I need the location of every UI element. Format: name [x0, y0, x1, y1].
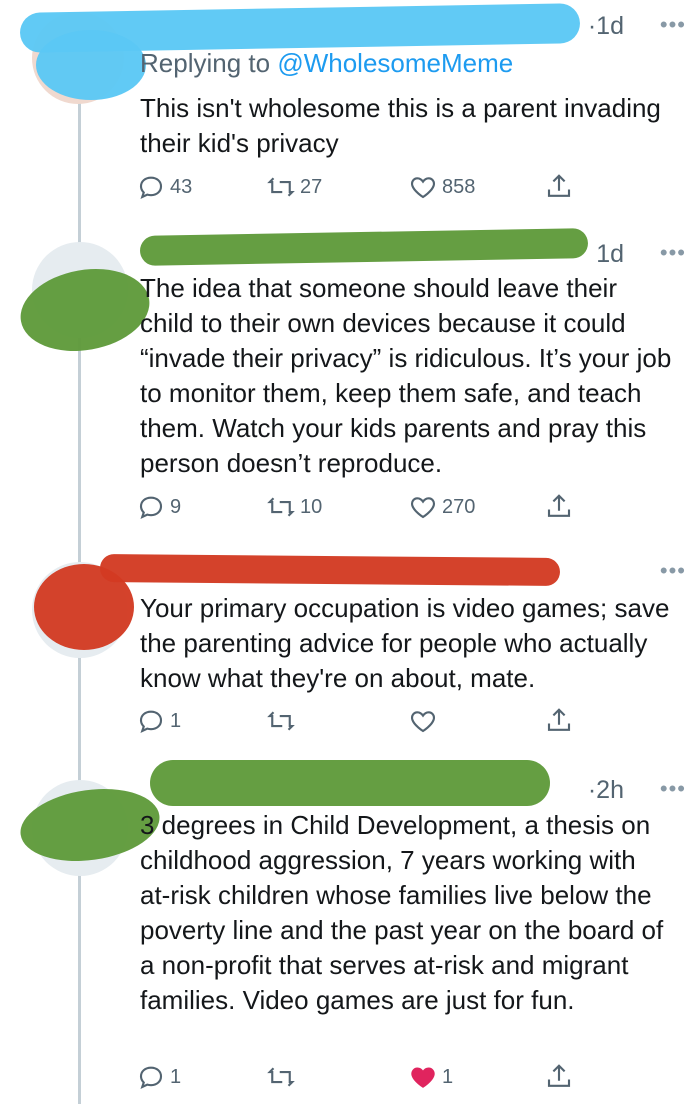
more-horizontal-icon[interactable]: ••• [660, 776, 686, 802]
reply-handle-link[interactable]: @WholesomeMeme [277, 48, 513, 78]
reply-bubble-icon [139, 710, 163, 734]
heart-icon [411, 711, 435, 733]
like-count: 858 [442, 175, 476, 198]
more-horizontal-icon[interactable]: ••• [660, 558, 686, 584]
tweet-time: ·2h [587, 776, 624, 804]
tweet-actions: 9 10 270 [136, 492, 606, 528]
heart-icon [411, 497, 435, 519]
reply-button[interactable]: 1 [136, 1062, 181, 1092]
retweet-count: 10 [300, 495, 323, 518]
like-count: 270 [442, 495, 476, 518]
replying-to-label: Replying to [140, 48, 278, 78]
heart-icon [411, 177, 435, 199]
share-icon [547, 1064, 571, 1087]
share-icon [547, 174, 571, 197]
retweet-button[interactable] [266, 1062, 296, 1092]
reply-count: 9 [170, 495, 182, 518]
retweet-button[interactable]: 27 [266, 172, 322, 202]
tweet-actions: 43 27 858 [136, 172, 606, 208]
redaction-scribble [139, 228, 589, 266]
tweet-4[interactable]: ·2h ••• 3 degrees in Child Development, … [0, 760, 700, 1104]
retweet-icon [267, 497, 295, 517]
like-button[interactable]: 858 [408, 172, 475, 202]
tweet-3[interactable]: ••• Your primary occupation is video gam… [0, 550, 700, 750]
redaction-scribble [99, 553, 561, 587]
tweet-text: The idea that someone should leave their… [140, 273, 672, 478]
heart-icon [411, 1067, 435, 1088]
share-button[interactable] [544, 706, 574, 736]
retweet-button[interactable]: 10 [266, 492, 322, 522]
tweet-text: This isn't wholesome this is a parent in… [140, 93, 661, 158]
like-button[interactable]: 1 [408, 1062, 453, 1092]
more-horizontal-icon[interactable]: ••• [660, 12, 686, 38]
share-button[interactable] [544, 492, 574, 522]
redaction-scribble [36, 30, 146, 100]
tweet-actions: 1 [136, 706, 606, 742]
reply-count: 1 [170, 1065, 182, 1088]
reply-button[interactable]: 1 [136, 706, 181, 736]
reply-bubble-icon [139, 176, 163, 200]
share-button[interactable] [544, 1062, 574, 1092]
retweet-icon [267, 177, 295, 197]
like-button[interactable] [408, 706, 438, 736]
retweet-icon [267, 711, 295, 731]
tweet-time: ·1d [587, 12, 624, 40]
like-count: 1 [442, 1065, 454, 1088]
reply-button[interactable]: 43 [136, 172, 192, 202]
retweet-icon [267, 1067, 295, 1087]
reply-bubble-icon [139, 496, 163, 520]
retweet-button[interactable] [266, 706, 296, 736]
share-icon [547, 494, 571, 517]
tweet-text: Your primary occupation is video games; … [140, 593, 670, 693]
tweet-text: 3 degrees in Child Development, a thesis… [140, 810, 664, 1015]
reply-count: 43 [170, 175, 193, 198]
reply-button[interactable]: 9 [136, 492, 181, 522]
reply-bubble-icon [139, 1066, 163, 1090]
replying-to: Replying to @WholesomeMeme [140, 48, 513, 79]
like-button[interactable]: 270 [408, 492, 475, 522]
retweet-count: 27 [300, 175, 323, 198]
tweet-2[interactable]: 1d ••• The idea that someone should leav… [0, 228, 700, 530]
more-horizontal-icon[interactable]: ••• [660, 240, 686, 266]
tweet-time: 1d [596, 240, 624, 268]
share-button[interactable] [544, 172, 574, 202]
share-icon [547, 708, 571, 731]
tweet-1[interactable]: ·1d ••• Replying to @WholesomeMeme This … [0, 0, 700, 225]
reply-count: 1 [170, 709, 182, 732]
tweet-actions: 1 1 [136, 1062, 606, 1098]
redaction-scribble [150, 760, 550, 806]
